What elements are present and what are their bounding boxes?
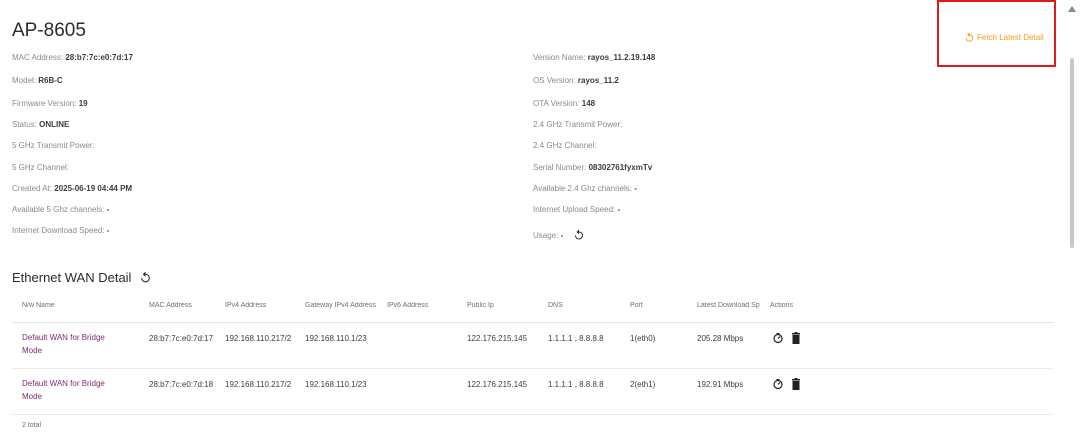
trash-icon[interactable] (791, 332, 801, 344)
usage-refresh-icon[interactable] (573, 229, 585, 243)
fetch-latest-detail-label: Fetch Latest Detail (977, 33, 1044, 42)
col-port: Port (630, 302, 643, 309)
info-ota-version: OTA Version: 148 (533, 99, 596, 108)
section-title-wan: Ethernet WAN Detail (12, 270, 152, 285)
col-mac-address: MAC Address (149, 302, 192, 309)
row-actions (772, 332, 801, 344)
wan-name-link[interactable]: Default WAN for Bridge Mode (22, 331, 122, 357)
col-ipv6-address: IPv6 Address (387, 302, 429, 309)
wan-title: Ethernet WAN Detail (12, 270, 132, 285)
cell-gateway: 192.168.110.1/23 (305, 380, 367, 389)
col-actions: Actions (770, 302, 793, 309)
speedometer-icon[interactable] (772, 378, 784, 390)
scrollbar-thumb[interactable] (1070, 58, 1074, 248)
refresh-icon (964, 32, 975, 43)
info-24ghz-channel: 2.4 GHz Channel: (533, 141, 597, 150)
info-usage: Usage: - (533, 229, 585, 243)
info-model: Model: R6B-C (12, 76, 63, 85)
info-upload-speed: Internet Upload Speed: - (533, 205, 621, 214)
cell-gateway: 192.168.110.1/23 (305, 334, 367, 343)
row-actions (772, 378, 801, 390)
info-status: Status: ONLINE (12, 120, 70, 129)
table-total-count: 2 total (22, 422, 42, 429)
cell-port: 1(eth0) (630, 334, 656, 343)
cell-ipv4: 192.168.110.217/2 (225, 334, 292, 343)
trash-icon[interactable] (791, 378, 801, 390)
info-24ghz-power: 2.4 GHz Transmit Power: (533, 120, 623, 129)
info-version-name: Version Name: rayos_11.2.19.148 (533, 53, 656, 62)
info-download-speed: Internet Download Speed: - (12, 226, 110, 235)
cell-dns: 1.1.1.1 , 8.8.8.8 (548, 380, 604, 389)
cell-ipv4: 192.168.110.217/2 (225, 380, 292, 389)
cell-mac: 28:b7:7c:e0:7d:17 (149, 334, 214, 343)
cell-dns: 1.1.1.1 , 8.8.8.8 (548, 334, 604, 343)
cell-download: 192.91 Mbps (697, 380, 744, 389)
page-title: AP-8605 (12, 20, 86, 41)
col-latest-download: Latest Download Sp (697, 302, 760, 309)
info-os-version: OS Version: rayos_11.2 (533, 76, 619, 85)
info-5ghz-power: 5 GHz Transmit Power: (12, 141, 95, 150)
speedometer-icon[interactable] (772, 332, 784, 344)
cell-download: 205.28 Mbps (697, 334, 744, 343)
info-5ghz-channels: Available 5 Ghz channels: - (12, 205, 110, 214)
col-dns: DNS (548, 302, 563, 309)
table-header: N/w Name MAC Address IPv4 Address Gatewa… (12, 296, 1054, 323)
info-5ghz-channel: 5 GHz Channel: (12, 163, 69, 172)
info-firmware: Firmware Version: 19 (12, 99, 88, 108)
col-ipv4-address: IPv4 Address (225, 302, 267, 309)
info-created-at: Created At: 2025-06-19 04:44 PM (12, 184, 133, 193)
wan-refresh-icon[interactable] (139, 271, 152, 284)
wan-table: N/w Name MAC Address IPv4 Address Gatewa… (12, 296, 1054, 415)
scroll-up-arrow[interactable] (1068, 6, 1076, 12)
cell-public-ip: 122.176.215.145 (467, 334, 528, 343)
fetch-latest-detail-button[interactable]: Fetch Latest Detail (964, 32, 1044, 43)
cell-port: 2(eth1) (630, 380, 656, 389)
info-mac: MAC Address: 28:b7:7c:e0:7d:17 (12, 53, 133, 62)
col-gateway-ipv4: Gateway IPv4 Address (305, 302, 376, 309)
col-public-ip: Public Ip (467, 302, 494, 309)
cell-public-ip: 122.176.215.145 (467, 380, 528, 389)
table-row: Default WAN for Bridge Mode 28:b7:7c:e0:… (12, 369, 1054, 415)
info-24ghz-channels: Available 2.4 Ghz channels: - (533, 184, 637, 193)
table-row: Default WAN for Bridge Mode 28:b7:7c:e0:… (12, 323, 1054, 369)
col-nw-name: N/w Name (22, 302, 55, 309)
info-serial-number: Serial Number: 08302761fyxmTv (533, 163, 653, 172)
wan-name-link[interactable]: Default WAN for Bridge Mode (22, 377, 122, 403)
cell-mac: 28:b7:7c:e0:7d:18 (149, 380, 214, 389)
